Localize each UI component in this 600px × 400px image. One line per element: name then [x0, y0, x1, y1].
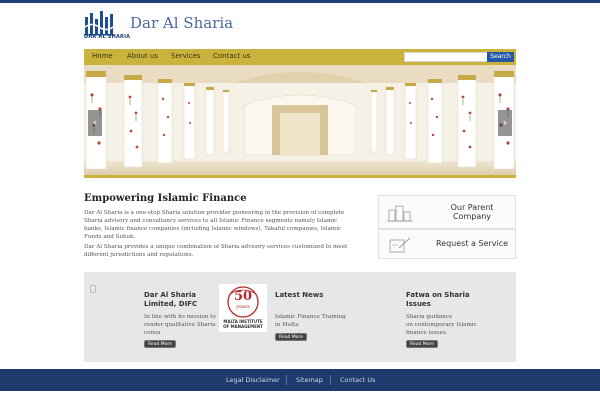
request-service-label: Request a Service: [435, 239, 509, 248]
nav-about-us[interactable]: About us: [127, 52, 158, 60]
nav-contact-us[interactable]: Contact us: [213, 52, 251, 60]
intro-heading: Empowering Islamic Finance: [84, 193, 247, 204]
slider-next-button[interactable]: ›: [498, 110, 512, 136]
col1-title-line2[interactable]: Limited, DIFC: [144, 300, 197, 309]
col3-title-line1[interactable]: Fatwa on Sharia: [406, 291, 470, 300]
footer-separator: [330, 375, 331, 385]
intro-paragraph-2: Dar Al Sharia provides a unique combinat…: [84, 244, 348, 258]
col2-read-more-button[interactable]: Read More: [275, 333, 307, 341]
buildings-icon: [387, 205, 413, 222]
col3-text-line1: Sharia guidance: [406, 314, 453, 320]
footer-legal-disclaimer[interactable]: Legal Disclaimer: [226, 376, 280, 384]
footer-contact-us[interactable]: Contact Us: [340, 376, 376, 384]
search-button[interactable]: Search: [487, 52, 514, 62]
hero-slider: ‹ ›: [84, 65, 516, 178]
col1-text-line2: render qualitative Sharia: [144, 322, 216, 328]
nav-home[interactable]: Home: [92, 52, 113, 60]
top-accent-line: [0, 0, 600, 3]
pen-document-icon: [389, 237, 411, 253]
request-service-box[interactable]: Request a Service: [378, 229, 516, 259]
col3-read-more-button[interactable]: Read More: [406, 340, 438, 348]
col2-title[interactable]: Latest News: [275, 291, 323, 300]
footer-separator: [286, 375, 287, 385]
col2-text-line2: in Malta: [275, 322, 299, 328]
col3-text-line2: on contemporary Islamic: [406, 322, 477, 328]
badge-number: 50: [233, 289, 253, 304]
slider-prev-button[interactable]: ‹: [88, 110, 102, 136]
parent-company-line2: Company: [452, 212, 492, 221]
malta-institute-badge: 50 years MALTA INSTITUTE OF MANAGEMENT: [219, 284, 267, 332]
col3-text-line3: finance issues.: [406, 330, 448, 336]
col1-title-line1[interactable]: Dar Al Sharia: [144, 291, 196, 300]
col2-text-line1: Islamic Finance Training: [275, 314, 346, 320]
search-input[interactable]: [404, 52, 488, 62]
col3-title-line2[interactable]: Issues: [406, 300, 431, 309]
col1-text-line3: consu: [144, 330, 161, 336]
nav-services[interactable]: Services: [171, 52, 201, 60]
intro-paragraph-1: Dar Al Sharia is a one-stop Sharia solut…: [84, 210, 345, 240]
footer-sitemap[interactable]: Sitemap: [296, 376, 323, 384]
col1-text-line1: In line with its mission to: [144, 314, 216, 320]
badge-years: years: [236, 304, 250, 310]
site-title[interactable]: Dar Al Sharia: [130, 14, 233, 32]
badge-line2: OF MANAGEMENT: [223, 324, 263, 329]
logo-caption: DAR AL SHARIA: [84, 34, 131, 40]
document-icon: [90, 285, 96, 293]
col1-read-more-button[interactable]: Read More: [144, 340, 176, 348]
parent-company-box[interactable]: Our Parent Company: [378, 195, 516, 229]
mosque-hall-image: [84, 65, 516, 175]
